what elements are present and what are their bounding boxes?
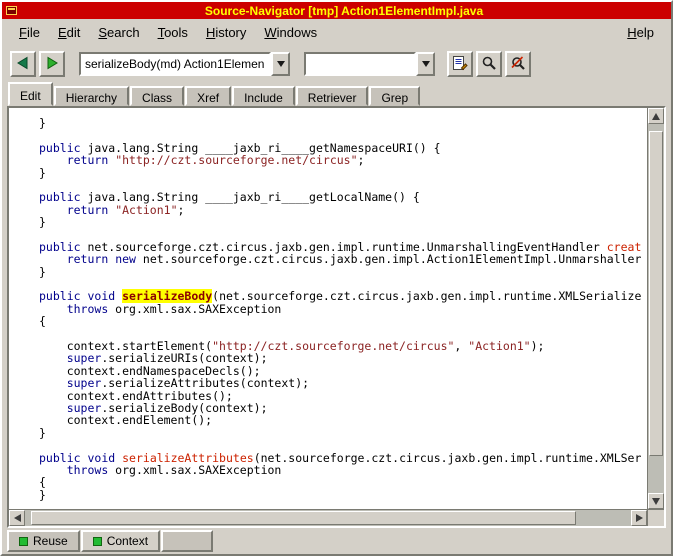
- menu-tools[interactable]: Tools: [149, 21, 197, 44]
- arrow-left-icon: [14, 514, 21, 522]
- horizontal-scroll-thumb[interactable]: [31, 511, 576, 525]
- code-line: return new net.sourceforge.czt.circus.ja…: [39, 253, 647, 265]
- code-line: return "Action1";: [39, 204, 647, 216]
- symbol-combobox[interactable]: serializeBody(md) Action1Elemen: [79, 52, 290, 76]
- code-area[interactable]: } public java.lang.String ____jaxb_ri___…: [9, 108, 647, 509]
- toolbar: serializeBody(md) Action1Elemen: [2, 46, 671, 82]
- find-icon: [481, 55, 497, 74]
- code-line: }: [39, 216, 647, 228]
- vertical-scrollbar[interactable]: [647, 108, 664, 509]
- titlebar: Source-Navigator [tmp] Action1ElementImp…: [2, 2, 671, 19]
- tab-include[interactable]: Include: [232, 86, 295, 106]
- window-title: Source-Navigator [tmp] Action1ElementImp…: [21, 4, 667, 18]
- reuse-indicator-icon: [19, 537, 28, 546]
- code-line: {: [39, 315, 647, 327]
- grep-button[interactable]: [505, 51, 531, 77]
- forward-icon: [45, 56, 59, 73]
- editor-icon: [452, 55, 468, 74]
- chevron-down-icon: [422, 61, 430, 67]
- reuse-tab[interactable]: Reuse: [7, 530, 80, 552]
- scroll-down-button[interactable]: [648, 493, 664, 509]
- empty-tab[interactable]: [161, 530, 213, 552]
- scroll-left-button[interactable]: [9, 510, 25, 526]
- chevron-down-icon: [277, 61, 285, 67]
- menubar: File Edit Search Tools History Windows H…: [2, 19, 671, 46]
- editor-button[interactable]: [447, 51, 473, 77]
- find-button[interactable]: [476, 51, 502, 77]
- arrow-up-icon: [652, 113, 660, 120]
- tab-edit[interactable]: Edit: [8, 82, 53, 106]
- view-tabbar: Edit Hierarchy Class Xref Include Retrie…: [2, 82, 671, 106]
- search-combobox[interactable]: [304, 52, 435, 76]
- code-line: context.endElement();: [39, 414, 647, 426]
- scroll-up-button[interactable]: [648, 108, 664, 124]
- grep-icon: [510, 55, 526, 74]
- search-combo-dropdown-button[interactable]: [416, 52, 435, 76]
- horizontal-scroll-trough[interactable]: [25, 510, 631, 526]
- tab-class[interactable]: Class: [130, 86, 184, 106]
- code-line: }: [39, 489, 647, 501]
- symbol-combo-value[interactable]: serializeBody(md) Action1Elemen: [79, 52, 271, 76]
- context-tab[interactable]: Context: [81, 530, 160, 552]
- tab-grep[interactable]: Grep: [369, 86, 420, 106]
- arrow-right-icon: [636, 514, 643, 522]
- forward-button[interactable]: [39, 51, 65, 77]
- code-line: }: [39, 167, 647, 179]
- code-line: }: [39, 427, 647, 439]
- menu-file[interactable]: File: [10, 21, 49, 44]
- menu-help[interactable]: Help: [618, 21, 663, 44]
- source-navigator-window: Source-Navigator [tmp] Action1ElementImp…: [0, 0, 673, 556]
- window-menu-icon[interactable]: [6, 6, 17, 15]
- symbol-combo-dropdown-button[interactable]: [271, 52, 290, 76]
- scroll-right-button[interactable]: [631, 510, 647, 526]
- tab-xref[interactable]: Xref: [185, 86, 231, 106]
- menu-windows[interactable]: Windows: [255, 21, 326, 44]
- editor-frame: } public java.lang.String ____jaxb_ri___…: [7, 106, 666, 528]
- context-tab-label: Context: [107, 534, 148, 548]
- code-line: }: [39, 117, 647, 129]
- vertical-scroll-trough[interactable]: [648, 124, 664, 493]
- search-combo-value[interactable]: [304, 52, 416, 76]
- tab-hierarchy[interactable]: Hierarchy: [54, 86, 129, 106]
- code-line: {: [39, 476, 647, 488]
- tab-retriever[interactable]: Retriever: [296, 86, 369, 106]
- code-line: throws org.xml.sax.SAXException: [39, 303, 647, 315]
- code-line: return "http://czt.sourceforge.net/circu…: [39, 154, 647, 166]
- menu-search[interactable]: Search: [89, 21, 148, 44]
- vertical-scroll-thumb[interactable]: [649, 131, 663, 456]
- scrollbar-corner: [647, 510, 664, 526]
- back-icon: [16, 56, 30, 73]
- menu-edit[interactable]: Edit: [49, 21, 89, 44]
- code-line: }: [39, 266, 647, 278]
- context-indicator-icon: [93, 537, 102, 546]
- reuse-tab-label: Reuse: [33, 534, 68, 548]
- menu-history[interactable]: History: [197, 21, 255, 44]
- statusbar: Reuse Context: [2, 528, 671, 554]
- back-button[interactable]: [10, 51, 36, 77]
- code-line: throws org.xml.sax.SAXException: [39, 464, 647, 476]
- arrow-down-icon: [652, 498, 660, 505]
- horizontal-scrollbar[interactable]: [9, 510, 647, 526]
